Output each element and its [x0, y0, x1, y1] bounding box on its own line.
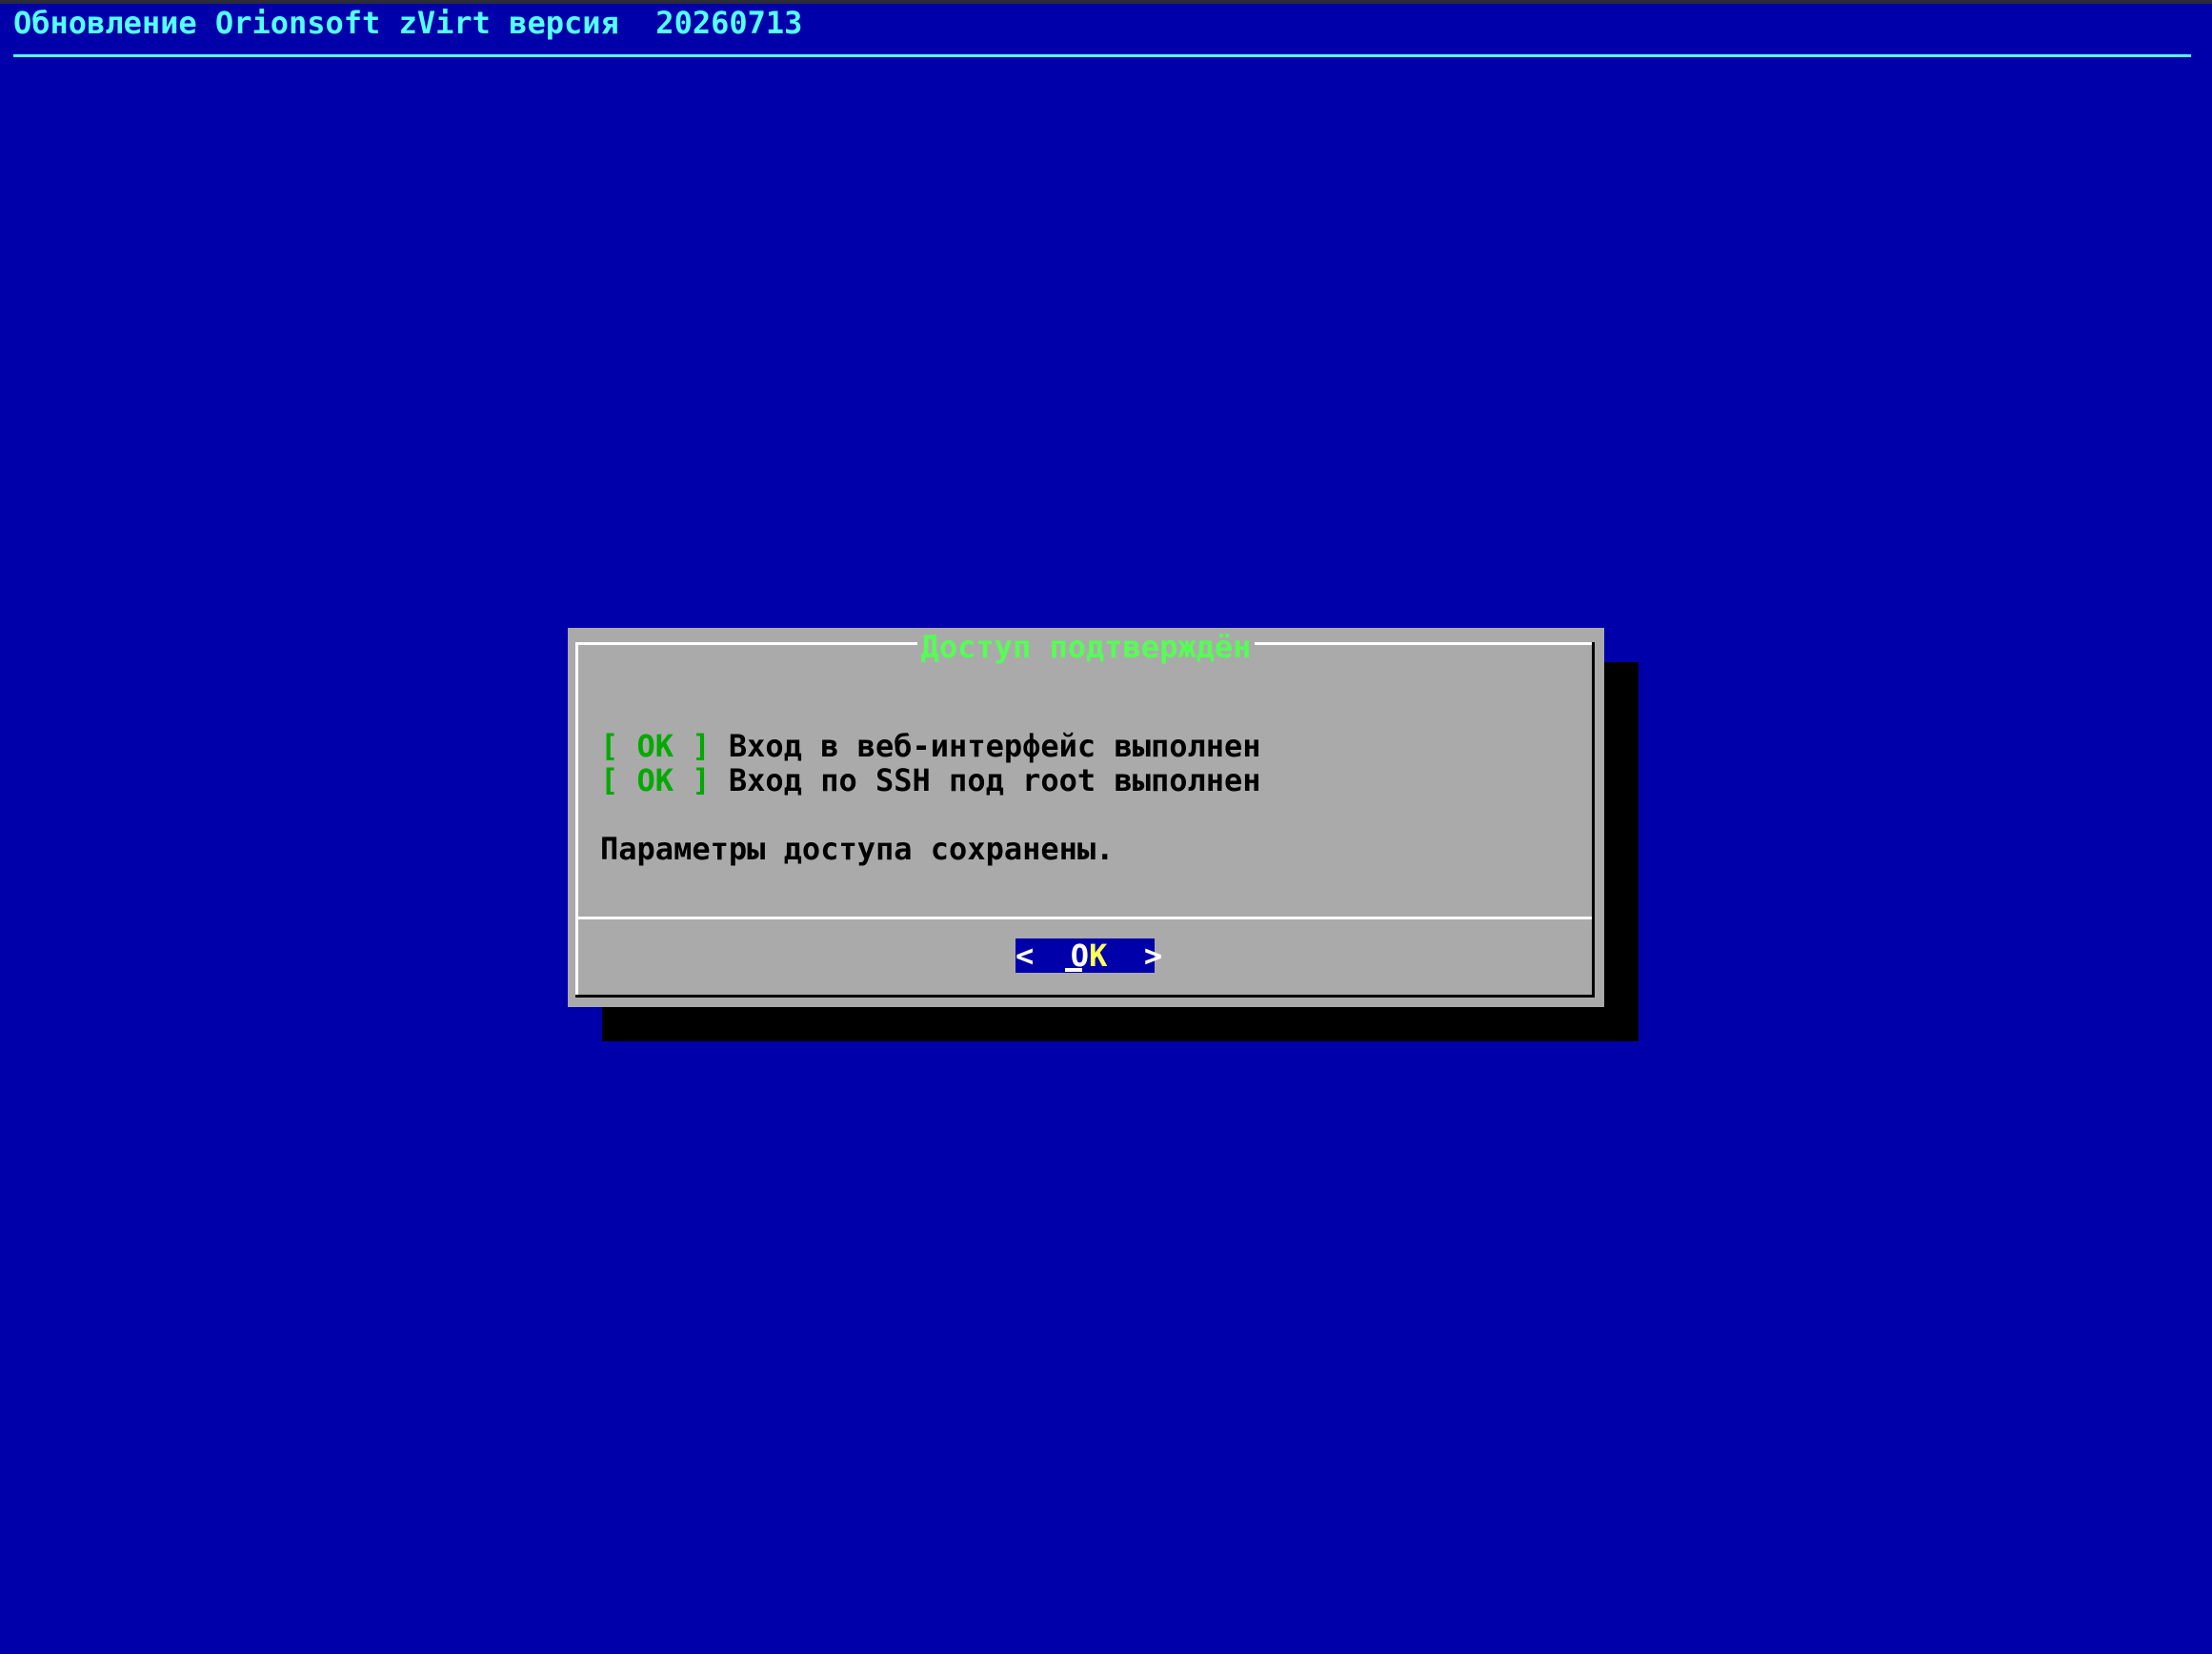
frame-left-line [575, 642, 578, 995]
button-cursor [1065, 968, 1082, 972]
button-right-bracket: > [1143, 938, 1163, 974]
check-text: Вход по SSH под root выполнен [728, 762, 1261, 798]
frame-bottom-line [575, 995, 1595, 998]
button-separator [578, 917, 1592, 919]
backtitle-rule [13, 54, 2191, 57]
backtitle: Обновление Orionsoft zVirt версия 202607… [13, 5, 803, 41]
dialog-message: Параметры доступа сохранены. [600, 831, 1115, 867]
access-confirmed-dialog: Доступ подтверждён [ OK ] Вход в веб-инт… [568, 628, 1604, 1007]
frame-right-line [1592, 642, 1595, 998]
check-text: Вход в веб-интерфейс выполнен [728, 728, 1261, 764]
check-line-ssh: [ OK ] Вход по SSH под root выполнен [600, 763, 1261, 797]
ok-status-tag: [ OK ] [600, 762, 711, 798]
button-left-bracket: < [1016, 938, 1035, 974]
check-line-web: [ OK ] Вход в веб-интерфейс выполнен [600, 729, 1261, 763]
ok-button[interactable]: < OK > [1016, 938, 1162, 974]
dialog-title: Доступ подтверждён [568, 629, 1604, 665]
button-hotkey-letter: K [1089, 938, 1108, 974]
ok-status-tag: [ OK ] [600, 728, 711, 764]
